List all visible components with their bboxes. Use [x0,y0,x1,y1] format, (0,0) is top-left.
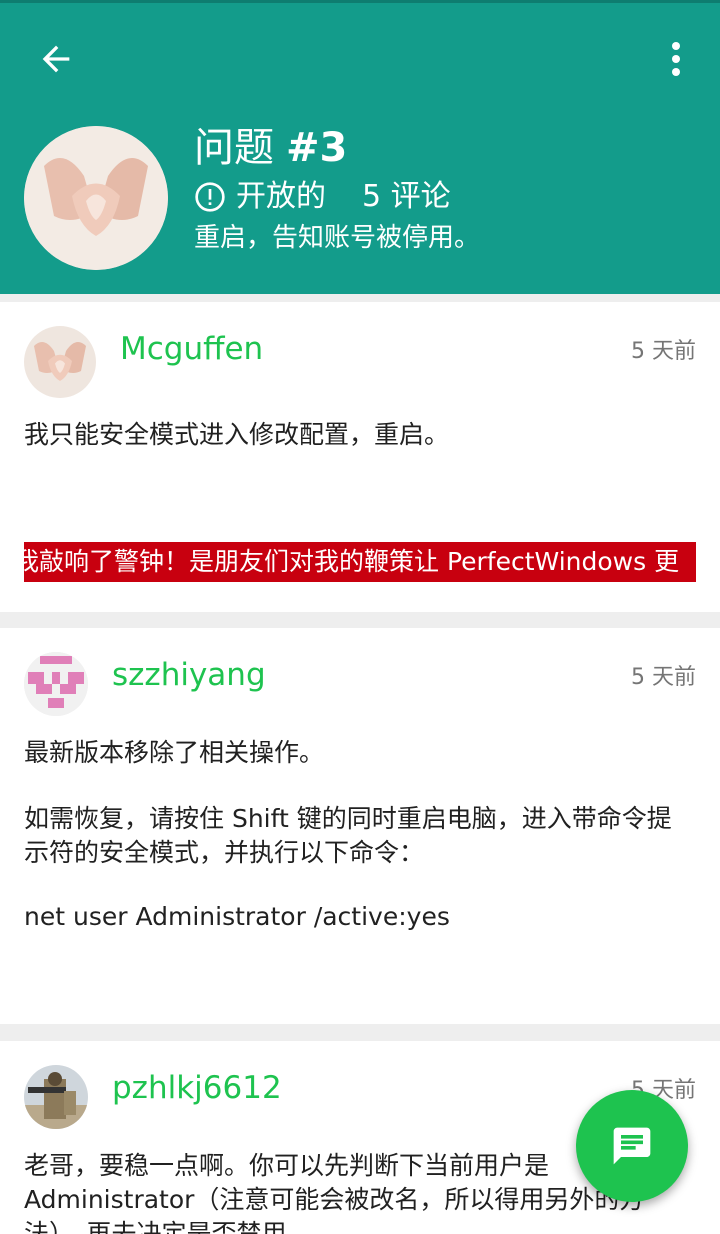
info-circle-icon [195,182,225,212]
comment-text-line: 如需恢复，请按住 Shift 键的同时重启电脑，进入带命令提示符的安全模式，并执… [24,804,672,867]
issue-header: 问题 #3 开放的 5 评论 重启，告知账号被停用。 [0,0,720,294]
avatar[interactable] [24,326,96,398]
issue-title: 问题 #3 [194,122,347,174]
issue-description: 重启，告知账号被停用。 [194,223,481,253]
arrow-left-icon [42,45,70,73]
avatar[interactable] [24,1065,88,1129]
more-options-button[interactable] [656,36,696,82]
chat-icon [613,1127,651,1165]
avatar[interactable] [24,652,88,716]
issue-title-prefix: 问题 [194,125,274,171]
comment-username[interactable]: pzhlkj6612 [112,1067,282,1109]
comment-banner-text: 我敲响了警钟！是朋友们对我的鞭策让 PerfectWindows 更 [24,547,680,576]
comment-code-line: net user Administrator /active:yes [24,902,450,931]
comment-text: 我只能安全模式进入修改配置，重启。 [24,420,450,449]
reply-fab-button[interactable] [576,1090,688,1202]
issue-number: #3 [286,125,348,171]
comment-count: 5 评论 [362,179,451,214]
comment-username[interactable]: Mcguffen [120,328,263,370]
comment-banner: 我敲响了警钟！是朋友们对我的鞭策让 PerfectWindows 更 [24,542,696,582]
comment-text-line: 最新版本移除了相关操作。 [24,738,325,767]
issue-status: 开放的 [236,179,326,214]
comment-card: szzhiyang 5 天前 最新版本移除了相关操作。 如需恢复，请按住 Shi… [0,628,720,1024]
status-bar-line [0,0,720,3]
comment-time: 5 天前 [631,339,696,364]
comment-card: Mcguffen 5 天前 我只能安全模式进入修改配置，重启。 我敲响了警钟！是… [0,302,720,612]
comment-username[interactable]: szzhiyang [112,654,266,696]
back-button[interactable] [30,36,82,82]
author-avatar[interactable] [24,126,168,270]
issue-meta: 开放的 5 评论 [194,176,451,218]
comment-time: 5 天前 [631,665,696,690]
more-vert-icon [672,42,680,76]
